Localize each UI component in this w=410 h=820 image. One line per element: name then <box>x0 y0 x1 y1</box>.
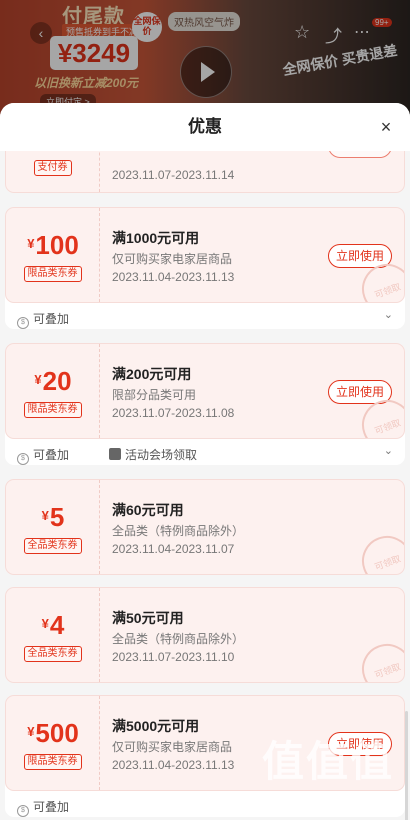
venue-icon <box>109 448 121 460</box>
coupon-amount-value: 20 <box>42 366 72 396</box>
stack-icon: $ <box>17 453 29 465</box>
coupon-amount: ¥500 <box>6 718 100 749</box>
currency-symbol: ¥ <box>41 616 49 631</box>
coupon-type-tag: 支付券 <box>33 160 72 176</box>
use-button[interactable] <box>328 151 392 158</box>
watermark: 值值值 zhizhizhi.com <box>262 728 402 818</box>
coupon-amount: ¥5 <box>6 502 100 533</box>
coupon-title: 满200元可用 <box>112 366 192 382</box>
stackable-label: $ 可叠加 <box>17 446 69 465</box>
coupon-amount-value: 100 <box>35 230 79 260</box>
coupon-card: ¥4 全品类东券 满50元可用 全品类（特例商品除外） 2023.11.07-2… <box>5 587 405 683</box>
coupon-amount: ¥100 <box>6 230 100 261</box>
watermark-logo: 值值值 <box>262 738 395 785</box>
coupon-date: 2023.11.07-2023.11.10 <box>112 650 235 664</box>
coupon-amount: ¥4 <box>6 610 100 641</box>
coupon-amount-value: 4 <box>49 610 65 640</box>
coupon-amount-value: 500 <box>35 718 79 748</box>
coupon-body: 支付券 2023.11.07-2023.11.14 <box>5 151 405 193</box>
coupon-left: ¥100 限品类东券 <box>6 208 100 302</box>
scrollbar[interactable] <box>405 711 408 820</box>
coupon-body: ¥4 全品类东券 满50元可用 全品类（特例商品除外） 2023.11.07-2… <box>5 587 405 683</box>
chevron-down-icon[interactable]: ⌄ <box>384 308 393 321</box>
coupon-footer: $ 可叠加 活动会场领取 ⌄ <box>5 439 405 465</box>
coupon-type-tag: 限品类东券 <box>23 754 82 770</box>
claimable-stamp: 可领取 <box>354 528 404 574</box>
stack-icon: $ <box>17 317 29 329</box>
coupon-desc: 全品类（特例商品除外） <box>112 524 245 538</box>
stackable-text: 可叠加 <box>33 448 70 462</box>
coupon-date: 2023.11.07-2023.11.14 <box>112 168 235 182</box>
coupon-type-tag: 全品类东券 <box>23 538 82 554</box>
stackable-label: $ 可叠加 <box>17 798 69 817</box>
sheet-header: 优惠 × <box>0 103 410 151</box>
watermark-site: zhizhizhi.com <box>264 790 381 810</box>
coupon-body: ¥5 全品类东券 满60元可用 全品类（特例商品除外） 2023.11.04-2… <box>5 479 405 575</box>
coupon-card: ¥5 全品类东券 满60元可用 全品类（特例商品除外） 2023.11.04-2… <box>5 479 405 575</box>
currency-symbol: ¥ <box>27 236 35 251</box>
close-icon[interactable]: × <box>376 117 396 137</box>
coupon-desc: 仅可购买家电家居商品 <box>112 252 233 266</box>
coupon-left: 支付券 <box>6 151 100 192</box>
coupon-sheet: 优惠 × 支付券 2023.11.07-2023.11.14 ¥100 限品类东… <box>0 103 410 820</box>
coupon-left: ¥4 全品类东券 <box>6 588 100 682</box>
coupon-left: ¥500 限品类东券 <box>6 696 100 790</box>
claimable-stamp: 可领取 <box>354 636 404 682</box>
coupon-title: 满1000元可用 <box>112 230 200 246</box>
coupon-desc: 仅可购买家电家居商品 <box>112 740 233 754</box>
coupon-card: 支付券 2023.11.07-2023.11.14 <box>5 151 405 193</box>
venue-label: 活动会场领取 <box>109 446 197 463</box>
coupon-title: 满5000元可用 <box>112 718 200 734</box>
stack-icon: $ <box>17 805 29 817</box>
currency-symbol: ¥ <box>41 508 49 523</box>
coupon-body: ¥20 限品类东券 满200元可用 限部分品类可用 2023.11.07-202… <box>5 343 405 439</box>
coupon-body: ¥100 限品类东券 满1000元可用 仅可购买家电家居商品 2023.11.0… <box>5 207 405 303</box>
coupon-date: 2023.11.04-2023.11.13 <box>112 270 235 284</box>
currency-symbol: ¥ <box>34 372 42 387</box>
coupon-title: 满50元可用 <box>112 610 184 626</box>
coupon-desc: 全品类（特例商品除外） <box>112 632 245 646</box>
coupon-type-tag: 全品类东券 <box>23 646 82 662</box>
chevron-down-icon[interactable]: ⌄ <box>384 444 393 457</box>
coupon-title: 满60元可用 <box>112 502 184 518</box>
coupon-date: 2023.11.04-2023.11.07 <box>112 542 235 556</box>
coupon-list[interactable]: 支付券 2023.11.07-2023.11.14 ¥100 限品类东券 满10… <box>0 151 410 820</box>
coupon-left: ¥5 全品类东券 <box>6 480 100 574</box>
currency-symbol: ¥ <box>27 724 35 739</box>
stackable-label: $ 可叠加 <box>17 310 69 329</box>
coupon-type-tag: 限品类东券 <box>23 266 82 282</box>
coupon-card: ¥100 限品类东券 满1000元可用 仅可购买家电家居商品 2023.11.0… <box>5 207 405 329</box>
coupon-amount: ¥20 <box>6 366 100 397</box>
coupon-left: ¥20 限品类东券 <box>6 344 100 438</box>
stackable-text: 可叠加 <box>33 312 70 326</box>
coupon-desc: 限部分品类可用 <box>112 388 197 402</box>
sheet-title: 优惠 <box>188 117 222 136</box>
venue-text: 活动会场领取 <box>125 448 198 462</box>
coupon-date: 2023.11.07-2023.11.08 <box>112 406 235 420</box>
coupon-date: 2023.11.04-2023.11.13 <box>112 758 235 772</box>
stackable-text: 可叠加 <box>33 800 70 814</box>
coupon-type-tag: 限品类东券 <box>23 402 82 418</box>
coupon-amount-value: 5 <box>49 502 65 532</box>
coupon-footer: $ 可叠加 ⌄ <box>5 303 405 329</box>
coupon-card: ¥20 限品类东券 满200元可用 限部分品类可用 2023.11.07-202… <box>5 343 405 465</box>
